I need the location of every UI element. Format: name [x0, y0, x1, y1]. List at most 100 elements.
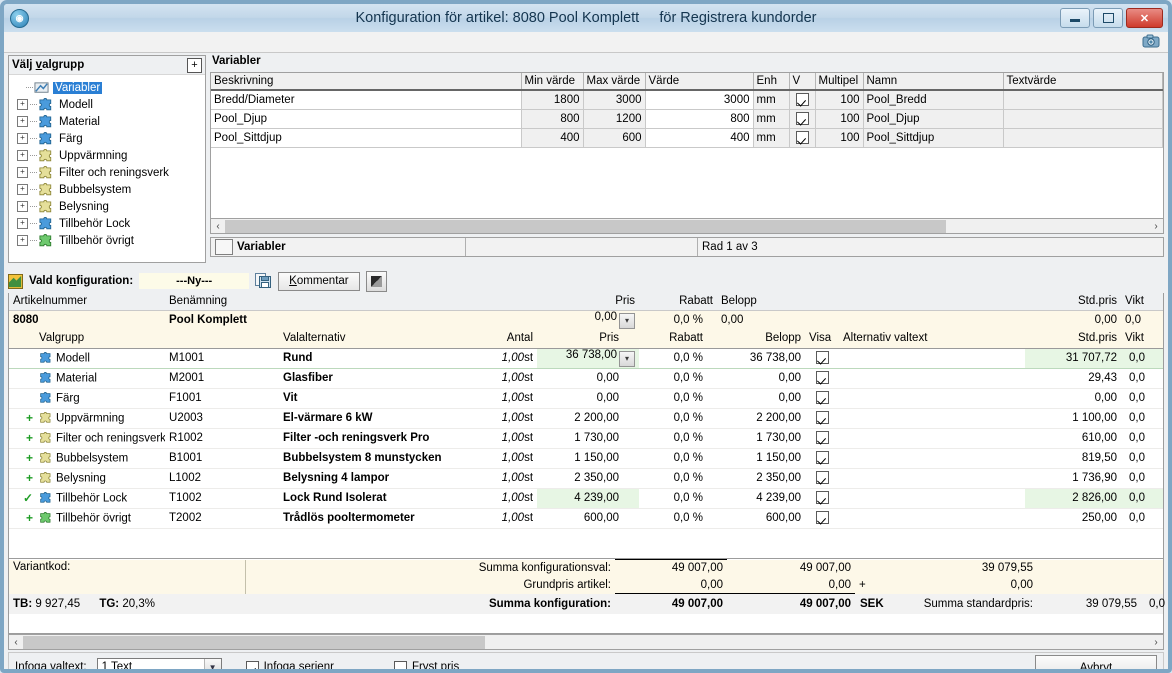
- tree-item-tillbeh-r-vrigt[interactable]: + Tillbehör övrigt: [17, 232, 205, 249]
- row-marker[interactable]: ✓: [9, 488, 35, 509]
- scroll-thumb[interactable]: [23, 635, 485, 649]
- bottom-hscrollbar[interactable]: ‹ ›: [8, 634, 1164, 650]
- article-row[interactable]: 8080 Pool Komplett 0,00 ▾ 0,0 % 0,00 0,00…: [9, 310, 1163, 329]
- cell-visa[interactable]: [805, 347, 840, 369]
- row-marker[interactable]: +: [9, 428, 35, 449]
- cell-antal[interactable]: 1,00st: [471, 468, 538, 489]
- checkbox-icon[interactable]: [815, 351, 829, 364]
- col-belopp-2[interactable]: Belopp: [717, 329, 806, 349]
- cell-rabatt[interactable]: 0,0 %: [639, 428, 718, 449]
- col-rabatt-2[interactable]: Rabatt: [639, 329, 718, 349]
- tree-item-variabler[interactable]: Variabler: [17, 79, 205, 96]
- avbryt-button[interactable]: Avbr y t: [1035, 655, 1157, 669]
- scroll-track[interactable]: [23, 635, 1149, 649]
- color-square-button[interactable]: [365, 270, 387, 292]
- configuration-line-row[interactable]: + Uppvärmning U2003 El-värmare 6 kW 1,00st 2 …: [9, 408, 1163, 429]
- col-beskrivning[interactable]: Beskrivning: [211, 73, 522, 91]
- scroll-thumb[interactable]: [225, 219, 946, 233]
- cell-visa[interactable]: [805, 488, 840, 509]
- col-artikelnummer[interactable]: Artikelnummer: [9, 293, 166, 311]
- cell-antal[interactable]: 1,00st: [471, 408, 538, 429]
- col-visa[interactable]: Visa: [805, 329, 840, 349]
- cell-antal[interactable]: 1,00st: [471, 388, 538, 409]
- cell-antal[interactable]: 1,00st: [471, 428, 538, 449]
- cell-rabatt[interactable]: 0,0 %: [639, 408, 718, 429]
- cell-antal[interactable]: 1,00st: [471, 347, 538, 369]
- col-multipel[interactable]: Multipel: [815, 73, 864, 91]
- cell-rabatt[interactable]: 0,0 %: [639, 508, 718, 529]
- col-enh[interactable]: Enh: [753, 73, 790, 91]
- row-marker[interactable]: [9, 368, 35, 389]
- checkbox-icon[interactable]: [245, 660, 259, 669]
- col-varde[interactable]: Värde: [645, 73, 754, 91]
- expand-icon[interactable]: +: [17, 218, 28, 229]
- cell-alternativ-valtext[interactable]: [839, 408, 1026, 429]
- cell-pris[interactable]: 1 730,00: [537, 428, 640, 449]
- cell-visa[interactable]: [805, 388, 840, 409]
- cell-alternativ-valtext[interactable]: [839, 368, 1026, 389]
- col-pris-2[interactable]: Pris: [537, 329, 640, 349]
- expand-icon[interactable]: +: [17, 184, 28, 195]
- infoga-serienr-checkbox[interactable]: Infoga serienr: [245, 660, 334, 669]
- cell-antal[interactable]: 1,00st: [471, 488, 538, 509]
- checkbox-icon[interactable]: [795, 130, 809, 144]
- row-marker[interactable]: +: [9, 408, 35, 429]
- col-namn[interactable]: Namn: [863, 73, 1004, 91]
- cell-antal[interactable]: 1,00st: [471, 448, 538, 469]
- tree-item-filter-och-reningsverk[interactable]: + Filter och reningsverk: [17, 164, 205, 181]
- save-copy-icon[interactable]: [255, 273, 272, 289]
- fryst-pris-checkbox[interactable]: Fryst pris: [393, 660, 459, 669]
- checkbox-icon[interactable]: [815, 471, 829, 484]
- cell-rabatt[interactable]: 0,0 %: [639, 347, 718, 369]
- cell-visa[interactable]: [805, 408, 840, 429]
- cell-antal[interactable]: 1,00st: [471, 368, 538, 389]
- variables-row[interactable]: Pool_Sittdjup 400 600 400 mm 100 Pool_Sittdjup: [211, 128, 1163, 148]
- cell-visa[interactable]: [805, 468, 840, 489]
- configuration-line-row[interactable]: Material M2001 Glasfiber 1,00st 0,00 0,0 % 0,0…: [9, 368, 1163, 389]
- configuration-line-row[interactable]: Färg F1001 Vit 1,00st 0,00 0,0 % 0,00 0,00 0,0: [9, 388, 1163, 409]
- cell-alternativ-valtext[interactable]: [839, 468, 1026, 489]
- col-antal[interactable]: Antal: [471, 329, 538, 349]
- expand-icon[interactable]: +: [17, 201, 28, 212]
- cell-pris[interactable]: 600,00: [537, 508, 640, 529]
- cell-alternativ-valtext[interactable]: [839, 508, 1026, 529]
- expand-icon[interactable]: +: [17, 116, 28, 127]
- tree-item-modell[interactable]: + Modell: [17, 96, 205, 113]
- col-pris[interactable]: Pris: [537, 293, 640, 311]
- checkbox-icon[interactable]: [815, 391, 829, 404]
- tab-button-icon[interactable]: [215, 239, 233, 255]
- expand-icon[interactable]: +: [17, 150, 28, 161]
- configuration-line-row[interactable]: + Bubbelsystem B1001 Bubbelsystem 8 munstyc…: [9, 448, 1163, 469]
- vald-konfiguration-value[interactable]: ---Ny---: [139, 273, 250, 289]
- col-valgrupp[interactable]: Valgrupp: [35, 329, 166, 349]
- col-max-varde[interactable]: Max värde: [583, 73, 646, 91]
- checkbox-icon[interactable]: [795, 111, 809, 125]
- cell-pris[interactable]: 2 350,00: [537, 468, 640, 489]
- scroll-track[interactable]: [225, 219, 1149, 233]
- chevron-left-icon[interactable]: ‹: [9, 637, 23, 648]
- checkbox-icon[interactable]: [815, 431, 829, 444]
- cell-visa[interactable]: [805, 368, 840, 389]
- cell-visa[interactable]: [805, 508, 840, 529]
- cell-rabatt[interactable]: 0,0 %: [639, 388, 718, 409]
- col-valalternativ[interactable]: Valalternativ: [279, 329, 472, 349]
- row-marker[interactable]: +: [9, 448, 35, 469]
- expand-icon[interactable]: +: [17, 99, 28, 110]
- col-benamning[interactable]: Benämning: [165, 293, 472, 311]
- variables-row[interactable]: Pool_Djup 800 1200 800 mm 100 Pool_Djup: [211, 109, 1163, 129]
- configuration-line-row[interactable]: + Filter och reningsverk R1002 Filter -och …: [9, 428, 1163, 449]
- row-marker[interactable]: +: [9, 468, 35, 489]
- variables-hscrollbar[interactable]: ‹ ›: [210, 219, 1164, 234]
- configuration-line-row[interactable]: ✓ Tillbehör Lock T1002 Lock Rund Isolerat 1,…: [9, 488, 1163, 509]
- price-spinner-icon[interactable]: ▾: [619, 351, 636, 367]
- col-alternativ-valtext[interactable]: Alternativ valtext: [839, 329, 1026, 349]
- cell-varde[interactable]: 3000: [645, 90, 754, 110]
- chevron-down-icon[interactable]: ▼: [203, 659, 221, 669]
- maximize-button[interactable]: [1093, 8, 1123, 28]
- expand-icon[interactable]: +: [17, 133, 28, 144]
- cell-rabatt[interactable]: 0,0 %: [639, 488, 718, 509]
- minimize-button[interactable]: [1060, 8, 1090, 28]
- close-button[interactable]: ✕: [1126, 8, 1163, 28]
- col-vikt[interactable]: Vikt: [1121, 293, 1163, 311]
- tree-item-tillbeh-r-lock[interactable]: + Tillbehör Lock: [17, 215, 205, 232]
